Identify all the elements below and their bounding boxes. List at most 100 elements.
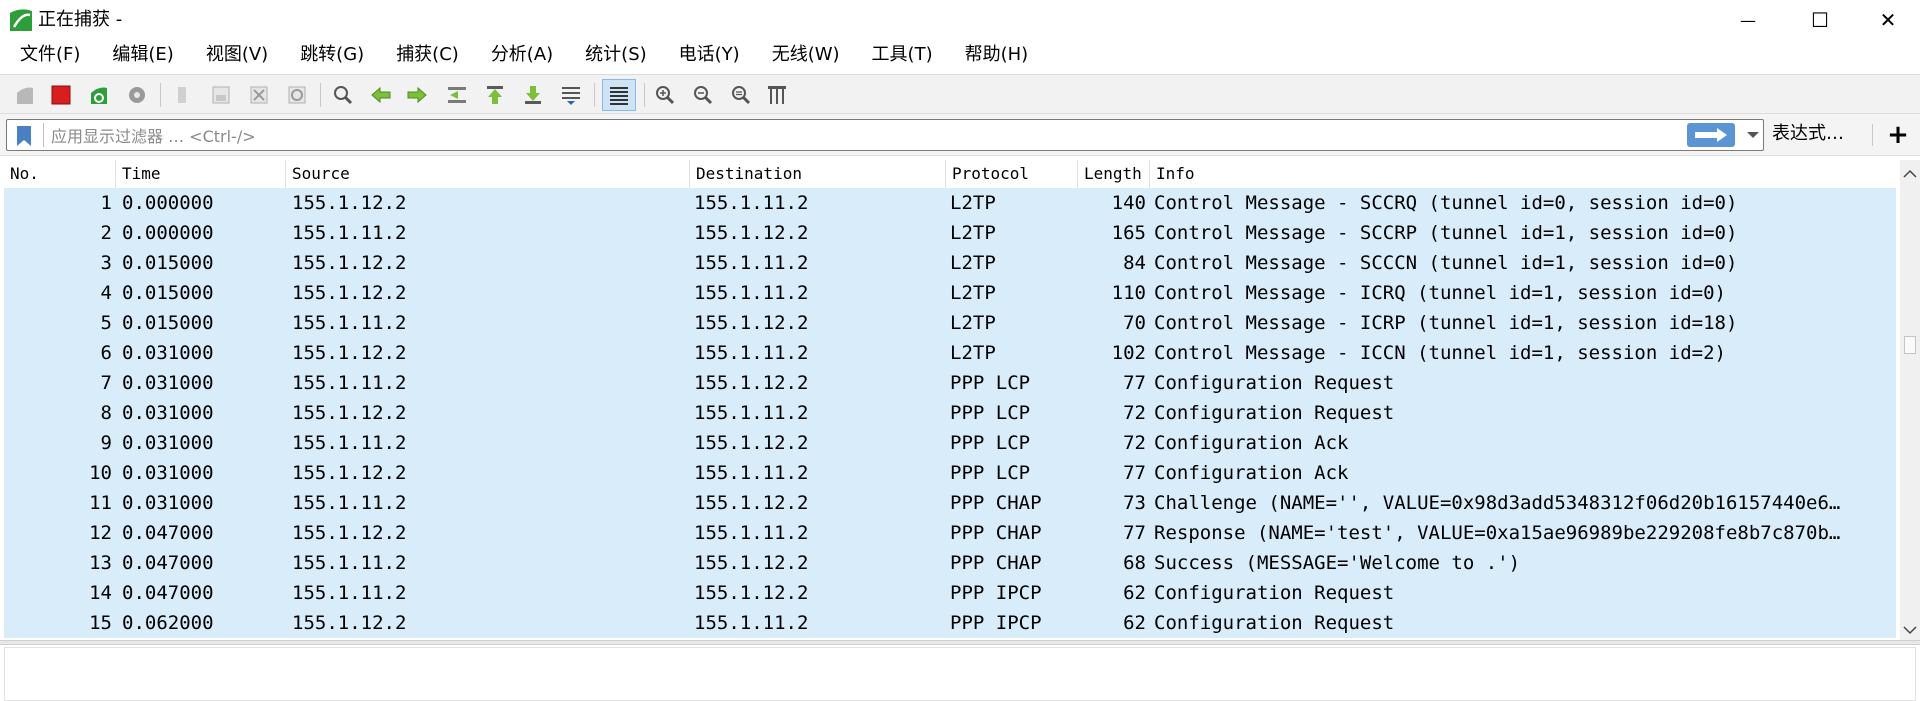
- cell-destination: 155.1.12.2: [694, 222, 809, 244]
- cell-time: 0.031000: [122, 462, 214, 484]
- column-header-info[interactable]: Info: [1150, 160, 1896, 188]
- capture-options-button[interactable]: [122, 81, 152, 109]
- zoom-out-button[interactable]: [688, 81, 718, 109]
- packet-row[interactable]: 14 0.047000 155.1.11.2 155.1.12.2 PPP IPCP 62…: [4, 578, 1896, 608]
- menu-analyze[interactable]: 分析(A): [471, 40, 565, 70]
- save-file-icon: [212, 86, 230, 104]
- packet-list: No. Time Source Destination Protocol Len…: [4, 160, 1920, 640]
- open-file-icon: [178, 87, 186, 103]
- column-header-source[interactable]: Source: [286, 160, 690, 188]
- close-icon: ✕: [1879, 8, 1897, 32]
- menu-go[interactable]: 跳转(G): [280, 40, 376, 70]
- expression-button[interactable]: 表达式…: [1772, 122, 1844, 146]
- cell-length: 72: [1123, 432, 1146, 454]
- cell-destination: 155.1.11.2: [694, 612, 809, 634]
- packet-row[interactable]: 6 0.031000 155.1.12.2 155.1.11.2 L2TP 102 Cont…: [4, 338, 1896, 368]
- autoscroll-button[interactable]: [556, 81, 586, 109]
- cell-info: Response (NAME='test', VALUE=0xa15ae9698…: [1154, 522, 1841, 544]
- filter-history-dropdown[interactable]: [1743, 123, 1763, 147]
- scroll-down-button[interactable]: [1900, 620, 1920, 640]
- cell-length: 84: [1123, 252, 1146, 274]
- cell-source: 155.1.12.2: [292, 282, 407, 304]
- column-header-destination[interactable]: Destination: [690, 160, 946, 188]
- packet-row[interactable]: 5 0.015000 155.1.11.2 155.1.12.2 L2TP 70 Contr…: [4, 308, 1896, 338]
- menu-wireless[interactable]: 无线(W): [752, 40, 852, 70]
- find-packet-button[interactable]: [328, 81, 358, 109]
- menu-statistics[interactable]: 统计(S): [565, 40, 658, 70]
- stop-capture-icon: [51, 85, 71, 105]
- packet-row[interactable]: 3 0.015000 155.1.12.2 155.1.11.2 L2TP 84 Contr…: [4, 248, 1896, 278]
- go-back-button[interactable]: [366, 81, 396, 109]
- scroll-thumb[interactable]: [1904, 336, 1916, 354]
- go-to-packet-button[interactable]: [442, 81, 472, 109]
- menu-edit[interactable]: 编辑(E): [92, 40, 185, 70]
- add-filter-button[interactable]: +: [1884, 120, 1912, 150]
- restart-capture-button[interactable]: [84, 81, 114, 109]
- scroll-track[interactable]: [1904, 186, 1916, 616]
- packet-row[interactable]: 11 0.031000 155.1.11.2 155.1.12.2 PPP CHAP 73…: [4, 488, 1896, 518]
- menu-view[interactable]: 视图(V): [186, 40, 280, 70]
- colorize-button[interactable]: [602, 79, 636, 111]
- zoom-in-button[interactable]: [650, 81, 680, 109]
- scroll-up-button[interactable]: [1900, 164, 1920, 184]
- column-header-time[interactable]: Time: [116, 160, 286, 188]
- close-file-button[interactable]: [244, 81, 274, 109]
- packet-row[interactable]: 12 0.047000 155.1.12.2 155.1.11.2 PPP CHAP 77…: [4, 518, 1896, 548]
- go-to-packet-icon: [448, 87, 466, 103]
- packet-row[interactable]: 15 0.062000 155.1.12.2 155.1.11.2 PPP IPCP 62…: [4, 608, 1896, 638]
- packet-row[interactable]: 1 0.000000 155.1.12.2 155.1.11.2 L2TP 140 Cont…: [4, 188, 1896, 218]
- column-header-protocol[interactable]: Protocol: [946, 160, 1078, 188]
- last-packet-button[interactable]: [518, 81, 548, 109]
- menu-tools[interactable]: 工具(T): [852, 40, 945, 70]
- display-filter-input[interactable]: [49, 122, 1673, 150]
- bookmark-icon[interactable]: [15, 125, 33, 147]
- menu-file[interactable]: 文件(F): [8, 40, 92, 70]
- cell-destination: 155.1.12.2: [694, 432, 809, 454]
- cell-no: 10: [89, 462, 112, 484]
- packet-row[interactable]: 7 0.031000 155.1.11.2 155.1.12.2 PPP LCP 77 Co…: [4, 368, 1896, 398]
- title-bar: 正在捕获 - — ☐ ✕: [0, 0, 1920, 40]
- cell-info: Control Message - ICCN (tunnel id=1, ses…: [1154, 342, 1726, 364]
- resize-columns-button[interactable]: [762, 81, 792, 109]
- normal-size-button[interactable]: [726, 81, 756, 109]
- open-file-button[interactable]: [168, 81, 198, 109]
- reload-file-button[interactable]: [282, 81, 312, 109]
- cell-info: Configuration Request: [1154, 402, 1395, 424]
- cell-protocol: PPP LCP: [950, 402, 1031, 424]
- cell-length: 77: [1123, 372, 1146, 394]
- packet-list-scrollbar[interactable]: [1900, 160, 1920, 640]
- cell-time: 0.047000: [122, 552, 214, 574]
- cell-info: Control Message - SCCCN (tunnel id=1, se…: [1154, 252, 1738, 274]
- menu-help[interactable]: 帮助(H): [945, 40, 1041, 70]
- cell-no: 6: [100, 342, 112, 364]
- cell-length: 68: [1123, 552, 1146, 574]
- apply-filter-button[interactable]: [1687, 123, 1735, 147]
- cell-protocol: L2TP: [950, 282, 996, 304]
- first-packet-button[interactable]: [480, 81, 510, 109]
- packet-row[interactable]: 8 0.031000 155.1.12.2 155.1.11.2 PPP LCP 72 Co…: [4, 398, 1896, 428]
- cell-no: 11: [89, 492, 112, 514]
- cell-info: Success (MESSAGE='Welcome to .'): [1154, 552, 1521, 574]
- packet-row[interactable]: 13 0.047000 155.1.11.2 155.1.12.2 PPP CHAP 68…: [4, 548, 1896, 578]
- column-header-length[interactable]: Length: [1078, 160, 1150, 188]
- cell-destination: 155.1.11.2: [694, 522, 809, 544]
- minimize-button[interactable]: —: [1712, 0, 1784, 40]
- close-window-button[interactable]: ✕: [1852, 0, 1920, 40]
- packet-row[interactable]: 4 0.015000 155.1.12.2 155.1.11.2 L2TP 110 Cont…: [4, 278, 1896, 308]
- pane-splitter[interactable]: [0, 640, 1920, 645]
- menu-telephony[interactable]: 电话(Y): [659, 40, 752, 70]
- toolbar-separator: [160, 83, 161, 107]
- save-file-button[interactable]: [206, 81, 236, 109]
- maximize-button[interactable]: ☐: [1784, 0, 1856, 40]
- column-header-no[interactable]: No.: [4, 160, 116, 188]
- stop-capture-button[interactable]: [46, 81, 76, 109]
- filter-separator: [1872, 124, 1873, 146]
- packet-row[interactable]: 9 0.031000 155.1.11.2 155.1.12.2 PPP LCP 72 Co…: [4, 428, 1896, 458]
- start-capture-button[interactable]: [10, 81, 40, 109]
- cell-destination: 155.1.12.2: [694, 372, 809, 394]
- menu-capture[interactable]: 捕获(C): [376, 40, 471, 70]
- go-forward-button[interactable]: [402, 81, 432, 109]
- packet-row[interactable]: 10 0.031000 155.1.12.2 155.1.11.2 PPP LCP 77 C…: [4, 458, 1896, 488]
- packet-row[interactable]: 2 0.000000 155.1.11.2 155.1.12.2 L2TP 165 Cont…: [4, 218, 1896, 248]
- cell-no: 12: [89, 522, 112, 544]
